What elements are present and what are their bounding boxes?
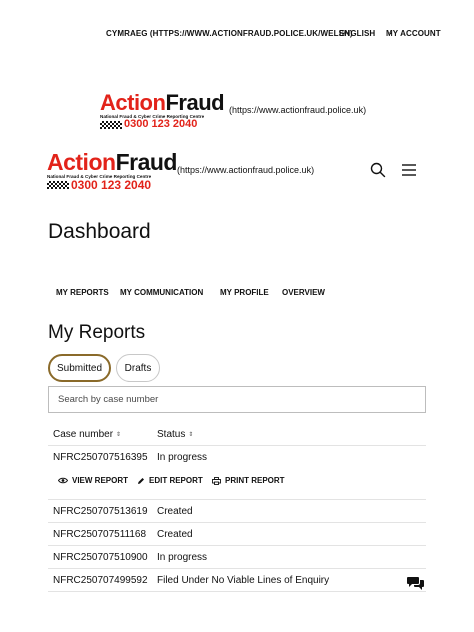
checker-pattern-icon [47, 181, 69, 190]
chat-icon [407, 577, 424, 590]
view-report-label: VIEW REPORT [72, 476, 129, 485]
case-number-header-label: Case number [53, 429, 114, 440]
checker-pattern-icon [100, 120, 122, 129]
header-logo-word-fraud: Fraud [115, 149, 178, 175]
table-row-case[interactable]: NFRC250707516395 [53, 452, 148, 463]
tab-my-communication[interactable]: MY COMMUNICATION [120, 288, 203, 297]
case-number-search-input[interactable] [48, 386, 426, 413]
header-logo-phone-row: 0300 123 2040 [47, 179, 177, 191]
printer-icon [212, 476, 221, 485]
print-report-label: PRINT REPORT [225, 476, 285, 485]
chevron-down-icon: ⌄ [388, 30, 394, 36]
table-row-status: Created [157, 506, 193, 517]
header-logo-phone: 0300 123 2040 [71, 178, 152, 193]
header-logo-url-text: (https://www.actionfraud.police.uk) [177, 165, 315, 175]
chat-button[interactable] [406, 573, 426, 593]
sort-icon: ⇕ [188, 432, 194, 438]
dashboard-tabs: MY REPORTS MY COMMUNICATION MY PROFILE O… [0, 288, 474, 300]
table-row-case[interactable]: NFRC250707510900 [53, 552, 148, 563]
menu-button[interactable] [399, 160, 419, 180]
table-row-status: Filed Under No Viable Lines of Enquiry [157, 575, 330, 586]
print-report-button[interactable]: PRINT REPORT [212, 476, 285, 485]
tab-my-profile[interactable]: MY PROFILE [220, 288, 269, 297]
table-divider [48, 568, 426, 569]
search-button[interactable] [368, 160, 388, 180]
section-title: My Reports [48, 322, 146, 343]
logo-url-text: (https://www.actionfraud.police.uk) [229, 105, 367, 115]
status-header-label: Status [157, 429, 186, 440]
pencil-icon [138, 477, 144, 484]
edit-report-button[interactable]: EDIT REPORT [137, 476, 203, 485]
edit-report-label: EDIT REPORT [149, 476, 203, 485]
table-row-case[interactable]: NFRC250707511168 [53, 529, 146, 540]
logo-word-fraud: Fraud [165, 90, 225, 115]
menu-icon [402, 164, 416, 176]
search-icon [370, 162, 386, 178]
submitted-filter-button[interactable]: Submitted [48, 354, 111, 382]
tab-my-reports[interactable]: MY REPORTS [56, 288, 109, 297]
tab-overview[interactable]: OVERVIEW [282, 288, 325, 297]
chevron-down-icon: ⌄ [341, 30, 347, 36]
header-logo-link[interactable]: ActionFraud National Fraud & Cyber Crime… [47, 151, 177, 191]
status-column-header[interactable]: Status ⇕ [157, 429, 193, 440]
logo-phone: 0300 123 2040 [124, 118, 198, 131]
my-account-label: MY ACCOUNT [386, 29, 441, 38]
view-report-button[interactable]: VIEW REPORT [58, 476, 128, 485]
table-divider [48, 445, 426, 446]
table-row-status: In progress [157, 452, 208, 463]
case-number-column-header[interactable]: Case number ⇕ [53, 429, 121, 440]
table-row-status: In progress [157, 552, 208, 563]
header-logo-wordmark: ActionFraud [47, 151, 177, 174]
table-row-case[interactable]: NFRC250707513619 [53, 506, 148, 517]
welsh-language-link[interactable]: CYMRAEG (HTTPS://WWW.ACTIONFRAUD.POLICE.… [106, 29, 353, 38]
table-divider [48, 591, 426, 592]
page-title: Dashboard [48, 220, 151, 243]
sort-icon: ⇕ [116, 432, 122, 438]
action-fraud-logo-link[interactable]: ActionFraud National Fraud & Cyber Crime… [100, 90, 225, 130]
table-row-status: Created [157, 529, 193, 540]
logo-phone-row: 0300 123 2040 [100, 119, 224, 130]
table-row-case[interactable]: NFRC250707499592 [53, 575, 148, 586]
utility-nav: CYMRAEG (HTTPS://WWW.ACTIONFRAUD.POLICE.… [0, 29, 474, 41]
logo-word-action: Action [100, 90, 166, 115]
drafts-filter-button[interactable]: Drafts [116, 354, 160, 382]
logo-wordmark: ActionFraud [100, 90, 225, 115]
eye-icon [58, 477, 68, 484]
table-divider [48, 499, 426, 500]
header-logo-word-action: Action [47, 149, 116, 175]
table-divider [48, 545, 426, 546]
table-divider [48, 522, 426, 523]
